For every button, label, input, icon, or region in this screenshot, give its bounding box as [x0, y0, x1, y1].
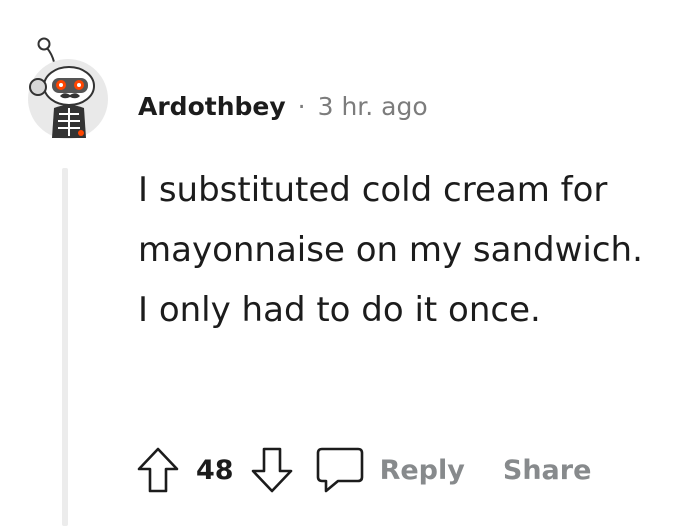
- comment-meta: Ardothbey · 3 hr. ago: [138, 86, 428, 126]
- username-link[interactable]: Ardothbey: [138, 92, 286, 121]
- snoo-avatar-icon[interactable]: [24, 36, 112, 140]
- meta-separator: ·: [297, 91, 306, 121]
- comment-actions: 48 Reply Share: [130, 438, 591, 502]
- upvote-button[interactable]: [130, 442, 186, 498]
- share-button[interactable]: Share: [503, 455, 592, 486]
- upvote-arrow-icon: [137, 447, 179, 493]
- comment-bubble-icon: [316, 447, 363, 493]
- downvote-arrow-icon: [251, 447, 292, 493]
- thread-line[interactable]: [62, 168, 68, 526]
- reply-button[interactable]: Reply: [314, 445, 465, 495]
- reply-label: Reply: [379, 454, 465, 486]
- comment-timestamp[interactable]: 3 hr. ago: [318, 92, 428, 121]
- downvote-button[interactable]: [244, 442, 300, 498]
- comment-body: I substituted cold cream for mayonnaise …: [138, 170, 643, 330]
- comment: Ardothbey · 3 hr. ago I substituted cold…: [0, 0, 700, 526]
- vote-score: 48: [196, 454, 234, 486]
